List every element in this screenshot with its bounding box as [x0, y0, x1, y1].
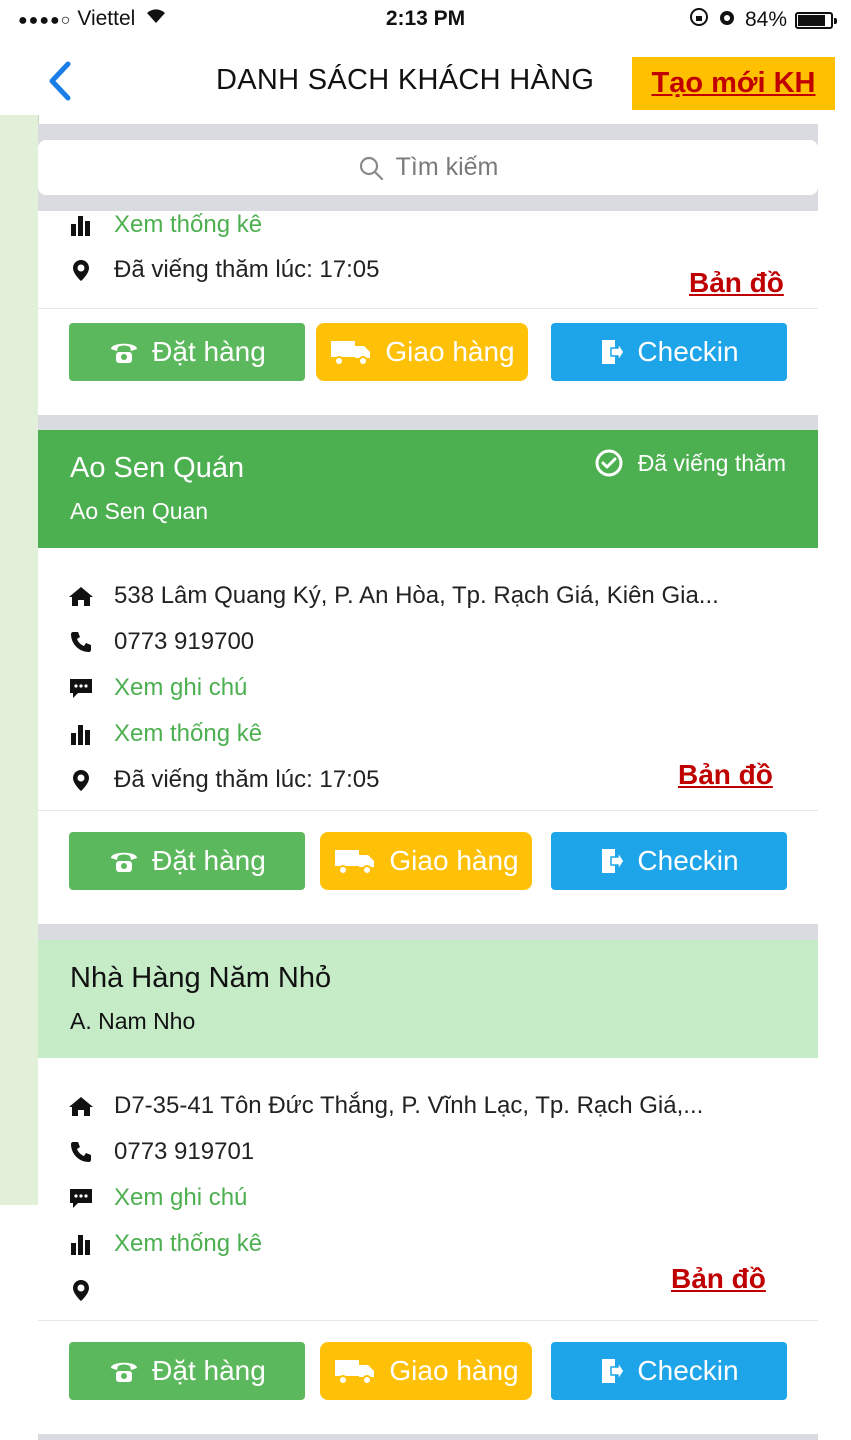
- customer-subname: A. Nam Nho: [70, 1008, 196, 1034]
- nav-bar: DANH SÁCH KHÁCH HÀNG Tạo mới KH: [0, 40, 851, 124]
- truck-icon: [331, 341, 371, 366]
- ship-label: Giao hàng: [385, 336, 515, 367]
- truck-icon: [335, 1360, 375, 1385]
- bar-chart-icon: [68, 721, 94, 747]
- visited-row: Đã viếng thăm lúc: 17:05: [68, 256, 380, 284]
- ship-button[interactable]: Giao hàng: [316, 323, 528, 381]
- map-pin-icon: [68, 1277, 94, 1303]
- notes-label: Xem ghi chú: [114, 1184, 248, 1211]
- chevron-left-icon: [49, 61, 71, 101]
- battery-percent: 84%: [744, 8, 787, 31]
- comment-icon: [68, 1185, 94, 1211]
- stats-label: Xem thống kê: [114, 211, 263, 238]
- bar-chart-icon: [68, 212, 94, 238]
- divider: [38, 308, 818, 309]
- check-circle-icon: [595, 449, 623, 477]
- visited-badge: Đã viếng thăm: [594, 448, 786, 478]
- left-side-panel: [0, 115, 39, 1205]
- stats-link[interactable]: Xem thống kê: [68, 720, 262, 748]
- checkin-button[interactable]: Checkin: [551, 832, 787, 890]
- map-link[interactable]: Bản đồ: [689, 267, 784, 299]
- address-text: D7-35-41 Tôn Đức Thắng, P. Vĩnh Lạc, Tp.…: [114, 1092, 704, 1119]
- home-icon: [68, 1093, 94, 1119]
- map-pin-icon: [68, 257, 94, 283]
- search-placeholder: Tìm kiếm: [395, 153, 499, 181]
- order-button[interactable]: Đặt hàng: [69, 1342, 305, 1400]
- ship-label: Giao hàng: [389, 1355, 519, 1386]
- status-bar: ●●●●○ Viettel 2:13 PM 84%: [0, 0, 851, 40]
- order-button[interactable]: Đặt hàng: [69, 323, 305, 381]
- address-row: 538 Lâm Quang Ký, P. An Hòa, Tp. Rạch Gi…: [68, 582, 719, 610]
- notes-link[interactable]: Xem ghi chú: [68, 1184, 247, 1212]
- phone-icon: [68, 629, 94, 655]
- ship-button[interactable]: Giao hàng: [320, 1342, 532, 1400]
- bar-chart-icon: [68, 1231, 94, 1257]
- ship-button[interactable]: Giao hàng: [320, 832, 532, 890]
- checkin-label: Checkin: [637, 1355, 739, 1386]
- phone-row[interactable]: 0773 919701: [68, 1138, 254, 1166]
- customer-name: Ao Sen Quán: [70, 452, 245, 484]
- page-title: DANH SÁCH KHÁCH HÀNG: [216, 64, 595, 96]
- customer-card-header[interactable]: Ao Sen Quán Ao Sen Quan Đã viếng thăm: [38, 430, 818, 548]
- divider: [38, 1320, 818, 1321]
- customer-card: Xem thống kê Đã viếng thăm lúc: 17:05 Bả…: [38, 211, 818, 415]
- order-button[interactable]: Đặt hàng: [69, 832, 305, 890]
- search-input[interactable]: Tìm kiếm: [38, 140, 818, 195]
- sign-in-icon: [602, 1359, 626, 1383]
- home-icon: [68, 583, 94, 609]
- status-right: 84%: [689, 7, 837, 33]
- checkin-label: Checkin: [637, 336, 739, 367]
- customer-name: Nhà Hàng Năm Nhỏ: [70, 962, 332, 994]
- phone-number: 0773 919700: [114, 628, 255, 655]
- address-text: 538 Lâm Quang Ký, P. An Hòa, Tp. Rạch Gi…: [114, 582, 719, 609]
- customer-card: D7-35-41 Tôn Đức Thắng, P. Vĩnh Lạc, Tp.…: [38, 1058, 818, 1434]
- checkin-button[interactable]: Checkin: [551, 1342, 787, 1400]
- battery-icon: [795, 11, 837, 29]
- visited-label: Đã viếng thăm: [637, 449, 786, 476]
- phone-icon: [111, 852, 138, 872]
- checkin-button[interactable]: Checkin: [551, 323, 787, 381]
- phone-icon: [111, 343, 138, 363]
- phone-number: 0773 919701: [114, 1138, 255, 1165]
- customer-card: 538 Lâm Quang Ký, P. An Hòa, Tp. Rạch Gi…: [38, 548, 818, 924]
- truck-icon: [335, 850, 375, 875]
- visited-time: Đã viếng thăm lúc: 17:05: [114, 256, 380, 283]
- checkin-label: Checkin: [637, 845, 739, 876]
- search-icon: [359, 156, 383, 180]
- back-button[interactable]: [40, 56, 80, 106]
- map-link[interactable]: Bản đồ: [671, 1263, 766, 1295]
- lock-rotation-icon: [689, 7, 709, 33]
- stats-link[interactable]: Xem thống kê: [68, 1230, 262, 1258]
- search-bar: Tìm kiếm: [38, 124, 818, 211]
- sign-in-icon: [602, 849, 626, 873]
- new-customer-button[interactable]: Tạo mới KH: [632, 57, 835, 110]
- comment-icon: [68, 675, 94, 701]
- visited-row: [68, 1276, 114, 1304]
- divider: [38, 810, 818, 811]
- notes-label: Xem ghi chú: [114, 674, 248, 701]
- order-label: Đặt hàng: [152, 845, 266, 876]
- notes-link[interactable]: Xem ghi chú: [68, 674, 247, 702]
- phone-row[interactable]: 0773 919700: [68, 628, 254, 656]
- phone-icon: [111, 1362, 138, 1382]
- alarm-icon: [717, 7, 737, 33]
- order-label: Đặt hàng: [152, 1355, 266, 1386]
- phone-icon: [68, 1139, 94, 1165]
- stats-link[interactable]: Xem thống kê: [68, 211, 262, 239]
- sign-in-icon: [602, 340, 626, 364]
- right-margin: [818, 124, 851, 1440]
- visited-row: Đã viếng thăm lúc: 17:05: [68, 766, 380, 794]
- stats-label: Xem thống kê: [114, 720, 263, 747]
- address-row: D7-35-41 Tôn Đức Thắng, P. Vĩnh Lạc, Tp.…: [68, 1092, 703, 1120]
- customer-card-header[interactable]: Nhà Hàng Năm Nhỏ A. Nam Nho: [38, 940, 818, 1058]
- ship-label: Giao hàng: [389, 845, 519, 876]
- map-pin-icon: [68, 767, 94, 793]
- stats-label: Xem thống kê: [114, 1230, 263, 1257]
- visited-time: Đã viếng thăm lúc: 17:05: [114, 766, 380, 793]
- order-label: Đặt hàng: [152, 336, 266, 367]
- map-link[interactable]: Bản đồ: [678, 759, 773, 791]
- customer-subname: Ao Sen Quan: [70, 498, 209, 524]
